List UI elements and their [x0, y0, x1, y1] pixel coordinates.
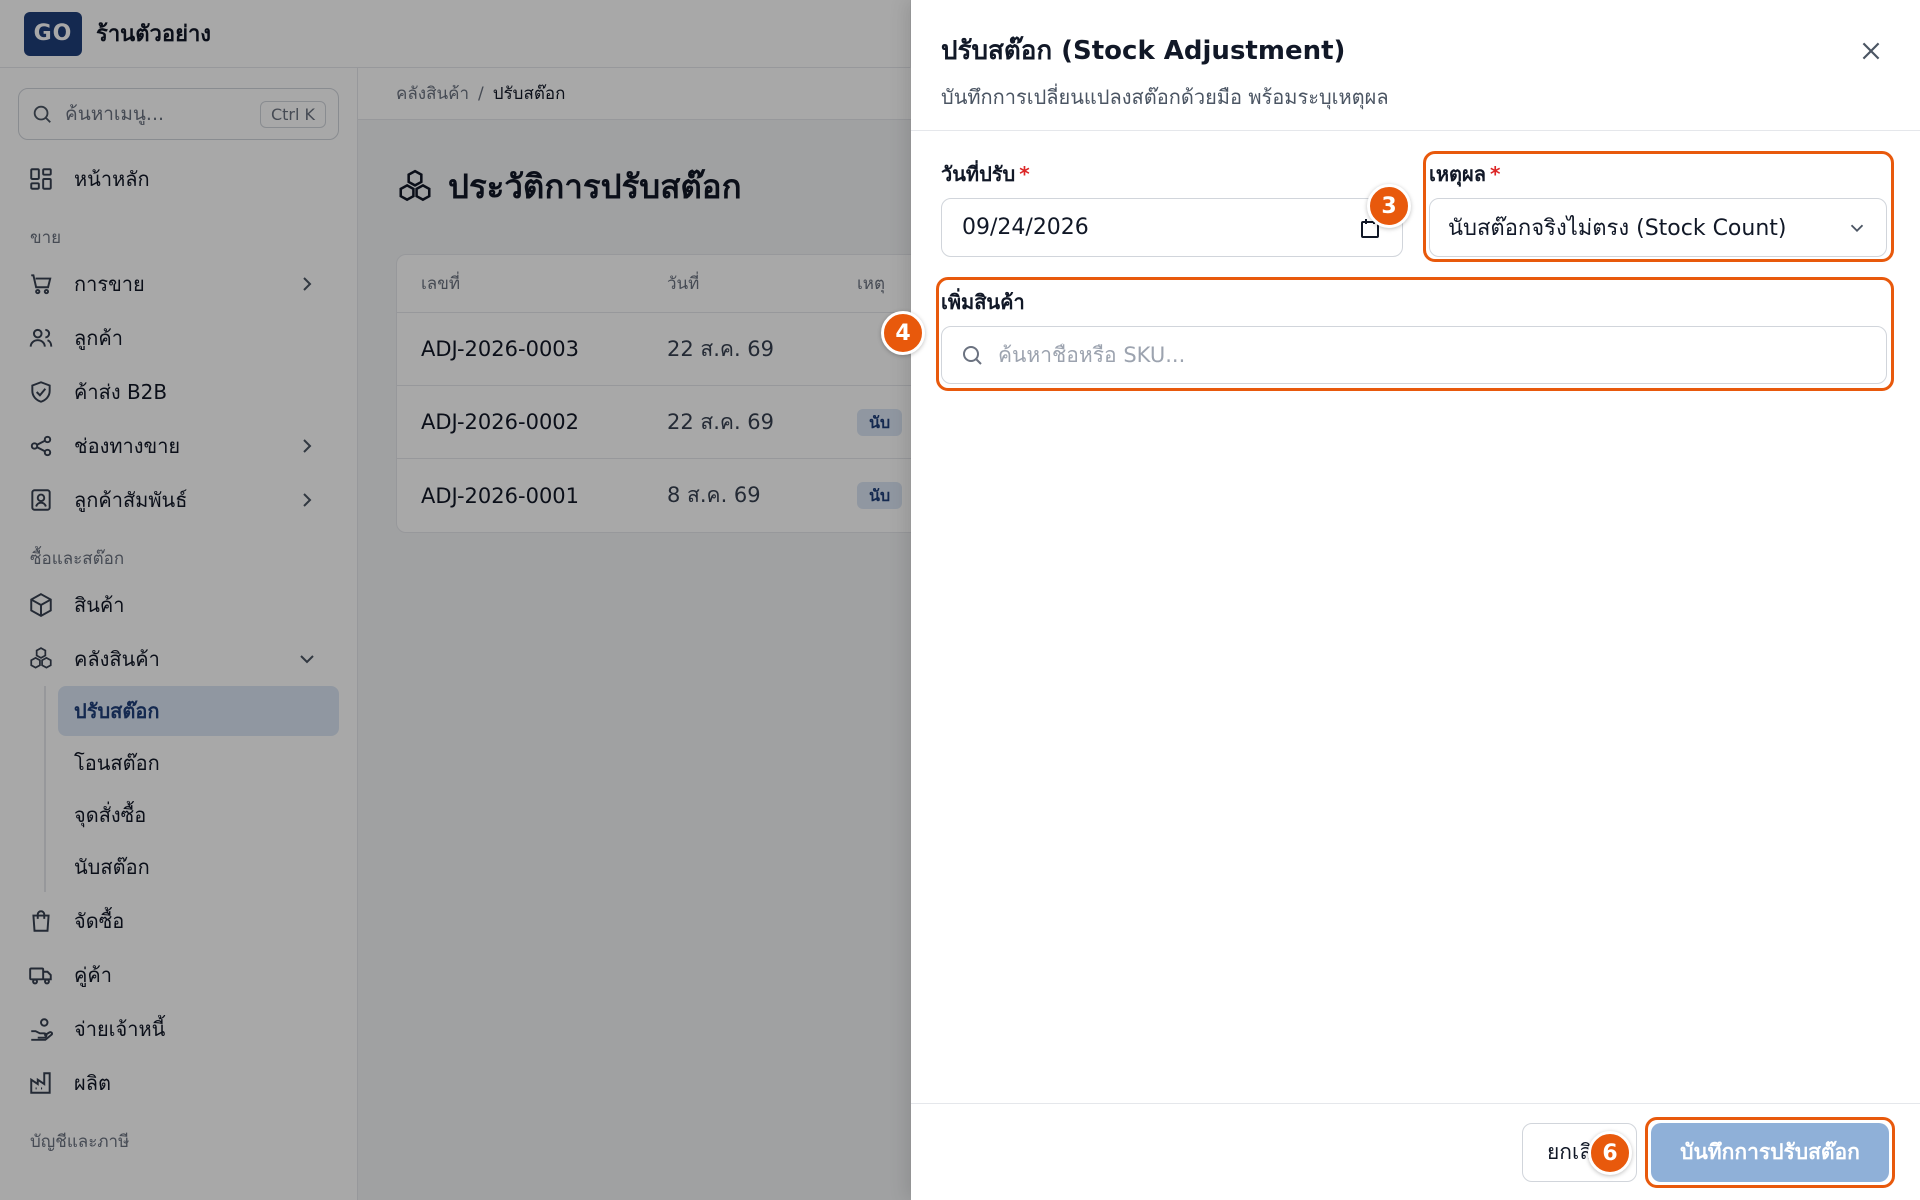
- step-marker-3: 3: [1367, 184, 1411, 228]
- drawer-title: ปรับสต๊อก (Stock Adjustment): [941, 36, 1346, 66]
- step-marker-4: 4: [881, 311, 925, 355]
- required-mark: *: [1019, 162, 1030, 186]
- drawer-subtitle: บันทึกการเปลี่ยนแปลงสต๊อกด้วยมือ พร้อมระ…: [941, 85, 1389, 109]
- reason-select-value: นับสต๊อกจริงไม่ตรง (Stock Count): [1448, 216, 1787, 241]
- reason-select[interactable]: นับสต๊อกจริงไม่ตรง (Stock Count): [1429, 198, 1887, 257]
- date-label: วันที่ปรับ *: [941, 162, 1030, 186]
- drawer-footer: ยกเลิก บันทึกการปรับสต๊อก 6: [911, 1103, 1920, 1200]
- close-button[interactable]: [1854, 34, 1888, 68]
- date-field[interactable]: 09/24/2026: [941, 198, 1403, 257]
- product-search-field[interactable]: [941, 326, 1887, 384]
- product-search-input[interactable]: [998, 343, 1868, 367]
- reason-label: เหตุผล *: [1429, 162, 1501, 186]
- date-value: 09/24/2026: [962, 215, 1089, 240]
- required-mark: *: [1489, 162, 1501, 186]
- close-icon: [1862, 42, 1880, 60]
- step-marker-6: 6: [1588, 1131, 1632, 1175]
- drawer-header: ปรับสต๊อก (Stock Adjustment) บันทึกการเป…: [911, 0, 1920, 131]
- save-adjustment-button[interactable]: บันทึกการปรับสต๊อก: [1651, 1123, 1889, 1182]
- modal-backdrop[interactable]: [0, 0, 911, 1200]
- search-icon: [960, 343, 984, 367]
- stock-adjustment-drawer: ปรับสต๊อก (Stock Adjustment) บันทึกการเป…: [881, 0, 1920, 1200]
- chevron-down-icon: [1846, 217, 1868, 239]
- add-product-label: เพิ่มสินค้า: [941, 290, 1025, 314]
